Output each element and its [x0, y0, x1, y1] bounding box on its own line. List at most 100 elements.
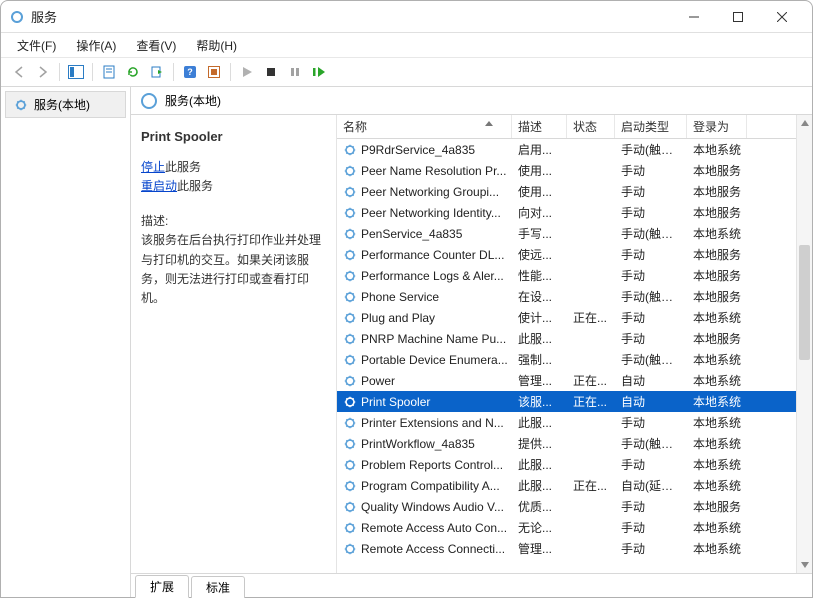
services-window: 服务 文件(F) 操作(A) 查看(V) 帮助(H) ? 服务(本地) [0, 0, 813, 598]
cell-start: 手动 [615, 162, 687, 179]
table-row[interactable]: Peer Name Resolution Pr...使用...手动本地服务 [337, 160, 812, 181]
list-pane: 名称 描述 状态 启动类型 登录为 P9RdrService_4a835启用..… [336, 115, 812, 573]
table-row[interactable]: Remote Access Auto Con...无论...手动本地系统 [337, 517, 812, 538]
cell-desc: 使用... [512, 162, 567, 179]
table-row[interactable]: Power管理...正在...自动本地系统 [337, 370, 812, 391]
desc-text: 该服务在后台执行打印作业并处理与打印机的交互。如果关闭该服务，则无法进行打印或查… [141, 231, 326, 308]
table-row[interactable]: Problem Reports Control...此服...手动本地系统 [337, 454, 812, 475]
gear-icon [14, 98, 28, 112]
menu-file[interactable]: 文件(F) [7, 35, 66, 56]
restart-link[interactable]: 重启动 [141, 179, 177, 193]
refresh-button[interactable] [121, 61, 145, 83]
cell-start: 手动 [615, 498, 687, 515]
header-title: 服务(本地) [165, 92, 221, 109]
table-row[interactable]: Program Compatibility A...此服...正在...自动(延… [337, 475, 812, 496]
table-row[interactable]: Printer Extensions and N...此服...手动本地系统 [337, 412, 812, 433]
cell-logon: 本地服务 [687, 246, 747, 263]
table-row[interactable]: Portable Device Enumera...强制...手动(触发...本… [337, 349, 812, 370]
tree-root[interactable]: 服务(本地) [5, 91, 126, 118]
view-tabs: 扩展 标准 [131, 573, 812, 597]
cell-logon: 本地系统 [687, 540, 747, 557]
titlebar: 服务 [1, 1, 812, 33]
cell-start: 手动(触发... [615, 225, 687, 242]
table-row[interactable]: Peer Networking Groupi...使用...手动本地服务 [337, 181, 812, 202]
cell-desc: 优质... [512, 498, 567, 515]
service-rows: P9RdrService_4a835启用...手动(触发...本地系统 Peer … [337, 139, 812, 573]
tab-extended[interactable]: 扩展 [135, 575, 189, 598]
col-name[interactable]: 名称 [337, 115, 512, 138]
table-row[interactable]: Phone Service在设...手动(触发...本地服务 [337, 286, 812, 307]
cell-logon: 本地服务 [687, 267, 747, 284]
cell-name: Peer Name Resolution Pr... [337, 164, 512, 178]
cell-logon: 本地服务 [687, 498, 747, 515]
table-row[interactable]: PNRP Machine Name Pu...此服...手动本地服务 [337, 328, 812, 349]
maximize-button[interactable] [716, 3, 760, 31]
cell-desc: 无论... [512, 519, 567, 536]
table-row[interactable]: PrintWorkflow_4a835提供...手动(触发...本地系统 [337, 433, 812, 454]
restart-service-button[interactable] [307, 61, 331, 83]
stop-link[interactable]: 停止 [141, 160, 165, 174]
table-row[interactable]: Performance Logs & Aler...性能...手动本地服务 [337, 265, 812, 286]
toolbar-extra-button[interactable] [202, 61, 226, 83]
cell-desc: 此服... [512, 477, 567, 494]
col-logon[interactable]: 登录为 [687, 115, 747, 138]
scrollbar[interactable] [796, 115, 812, 573]
cell-desc: 在设... [512, 288, 567, 305]
cell-start: 手动 [615, 330, 687, 347]
show-hide-tree-button[interactable] [64, 61, 88, 83]
cell-logon: 本地系统 [687, 477, 747, 494]
cell-desc: 管理... [512, 540, 567, 557]
cell-name: Peer Networking Groupi... [337, 185, 512, 199]
scroll-up-icon[interactable] [797, 115, 812, 131]
cell-start: 手动(触发... [615, 141, 687, 158]
menu-view[interactable]: 查看(V) [126, 35, 186, 56]
table-row[interactable]: Remote Access Connecti...管理...手动本地系统 [337, 538, 812, 559]
cell-start: 自动 [615, 372, 687, 389]
forward-button[interactable] [31, 61, 55, 83]
tab-standard[interactable]: 标准 [191, 576, 245, 598]
table-row[interactable]: Peer Networking Identity...向对...手动本地服务 [337, 202, 812, 223]
scroll-down-icon[interactable] [797, 557, 812, 573]
menu-action[interactable]: 操作(A) [66, 35, 126, 56]
stop-service-button[interactable] [259, 61, 283, 83]
table-row[interactable]: Performance Counter DL...使远...手动本地服务 [337, 244, 812, 265]
help-button[interactable]: ? [178, 61, 202, 83]
menu-help[interactable]: 帮助(H) [186, 35, 247, 56]
cell-name: Problem Reports Control... [337, 458, 512, 472]
col-desc[interactable]: 描述 [512, 115, 567, 138]
scroll-thumb[interactable] [799, 245, 810, 360]
cell-start: 手动 [615, 183, 687, 200]
properties-button[interactable] [97, 61, 121, 83]
export-button[interactable] [145, 61, 169, 83]
cell-start: 自动(延迟... [615, 477, 687, 494]
cell-start: 自动 [615, 393, 687, 410]
back-button[interactable] [7, 61, 31, 83]
cell-logon: 本地系统 [687, 414, 747, 431]
cell-name: Phone Service [337, 290, 512, 304]
minimize-button[interactable] [672, 3, 716, 31]
table-row[interactable]: Print Spooler该服...正在...自动本地系统 [337, 391, 812, 412]
col-state[interactable]: 状态 [567, 115, 615, 138]
cell-start: 手动(触发... [615, 288, 687, 305]
pause-service-button[interactable] [283, 61, 307, 83]
table-row[interactable]: Plug and Play使计...正在...手动本地系统 [337, 307, 812, 328]
desc-label: 描述: [141, 212, 326, 231]
cell-name: Plug and Play [337, 311, 512, 325]
table-row[interactable]: PenService_4a835手写...手动(触发...本地系统 [337, 223, 812, 244]
cell-desc: 此服... [512, 330, 567, 347]
table-row[interactable]: P9RdrService_4a835启用...手动(触发...本地系统 [337, 139, 812, 160]
close-button[interactable] [760, 3, 804, 31]
cell-name: Printer Extensions and N... [337, 416, 512, 430]
col-start[interactable]: 启动类型 [615, 115, 687, 138]
table-row[interactable]: Quality Windows Audio V...优质...手动本地服务 [337, 496, 812, 517]
cell-name: Remote Access Auto Con... [337, 521, 512, 535]
cell-start: 手动 [615, 267, 687, 284]
cell-desc: 管理... [512, 372, 567, 389]
start-service-button[interactable] [235, 61, 259, 83]
cell-logon: 本地系统 [687, 519, 747, 536]
tree-pane: 服务(本地) [1, 87, 131, 597]
toolbar: ? [1, 57, 812, 87]
body: 服务(本地) 服务(本地) Print Spooler 停止此服务 重启动此服务… [1, 87, 812, 597]
right-header: 服务(本地) [131, 87, 812, 115]
cell-name: Performance Counter DL... [337, 248, 512, 262]
